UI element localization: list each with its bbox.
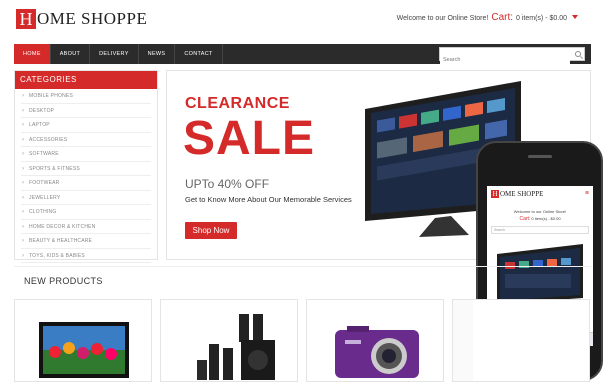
category-item-beauty[interactable]: BEAUTY & HEALTHCARE — [21, 234, 151, 249]
banner-description: Get to Know More About Our Memorable Ser… — [185, 195, 352, 204]
section-divider — [14, 266, 591, 267]
search-input[interactable] — [440, 54, 570, 66]
nav-delivery[interactable]: DELIVERY — [90, 44, 139, 64]
nav-home[interactable]: HOME — [14, 44, 51, 64]
camera-image — [335, 326, 419, 378]
category-item-accessories[interactable]: ACCESSORIES — [21, 133, 151, 147]
main-nav: HOME ABOUT DELIVERY NEWS CONTACT — [14, 44, 591, 66]
category-item-mobile-phones[interactable]: MOBILE PHONES — [21, 89, 151, 104]
phone-cart-summary: 0 item(s) - $0.00 — [531, 216, 561, 221]
category-item-toys[interactable]: TOYS, KIDS & BABIES — [21, 249, 151, 263]
search-icon[interactable] — [575, 51, 581, 57]
phone-logo-initial: H — [491, 190, 499, 198]
phone-cart-label: Cart: — [519, 216, 531, 222]
product-card-camera[interactable] — [306, 299, 444, 382]
phone-welcome-text: Welcome to our Online Store! — [513, 209, 567, 214]
nav-about[interactable]: ABOUT — [51, 44, 91, 64]
category-item-desktop[interactable]: DESKTOP — [21, 104, 151, 118]
product-card-4[interactable] — [452, 299, 590, 382]
phone-logo-text: OME SHOPPE — [500, 190, 544, 198]
monitor-image — [39, 322, 129, 378]
cart-summary[interactable]: 0 item(s) - $0.00 — [516, 15, 567, 22]
category-item-sports-fitness[interactable]: SPORTS & FITNESS — [21, 162, 151, 176]
logo-initial: H — [16, 9, 36, 29]
cart-label[interactable]: Cart: — [491, 12, 513, 23]
banner-offer: UPTo 40% OFF — [185, 177, 270, 191]
category-item-software[interactable]: SOFTWARE — [21, 147, 151, 162]
category-list: MOBILE PHONES DESKTOP LAPTOP ACCESSORIES… — [15, 89, 157, 263]
category-item-laptop[interactable]: LAPTOP — [21, 118, 151, 133]
nav-news[interactable]: NEWS — [139, 44, 176, 64]
phone-cart[interactable]: Cart: 0 item(s) - $0.00 — [487, 216, 593, 222]
nav-contact[interactable]: CONTACT — [175, 44, 223, 64]
categories-sidebar: CATEGORIES MOBILE PHONES DESKTOP LAPTOP … — [14, 70, 158, 263]
banner-sale: SALE — [183, 112, 316, 165]
category-item-footwear[interactable]: FOOTWEAR — [21, 176, 151, 191]
phone-speaker — [528, 155, 552, 158]
header-welcome: Welcome to our Online Store! Cart: 0 ite… — [397, 12, 578, 23]
category-item-home-decor[interactable]: HOME DECOR & KITCHEN — [21, 220, 151, 234]
product-card-speakers[interactable] — [160, 299, 298, 382]
new-products-title: NEW PRODUCTS — [24, 276, 103, 286]
welcome-text: Welcome to our Online Store! — [396, 15, 489, 22]
phone-search-input[interactable]: Search — [491, 226, 589, 234]
category-item-jewellery[interactable]: JEWELLERY — [21, 191, 151, 205]
chevron-down-icon[interactable] — [572, 15, 578, 19]
category-item-clothing[interactable]: CLOTHING — [21, 205, 151, 220]
speakers-image — [197, 314, 275, 380]
logo-text: OME SHOPPE — [37, 9, 148, 28]
site-logo[interactable]: H OME SHOPPE — [16, 8, 147, 30]
product-card-monitor[interactable] — [14, 299, 152, 382]
shop-now-button[interactable]: Shop Now — [185, 222, 237, 239]
search-box — [439, 47, 585, 66]
phone-logo: H OME SHOPPE — [491, 190, 543, 198]
menu-icon[interactable]: ≡ — [585, 190, 589, 197]
product-image — [453, 300, 473, 381]
sidebar-title: CATEGORIES — [15, 71, 157, 89]
